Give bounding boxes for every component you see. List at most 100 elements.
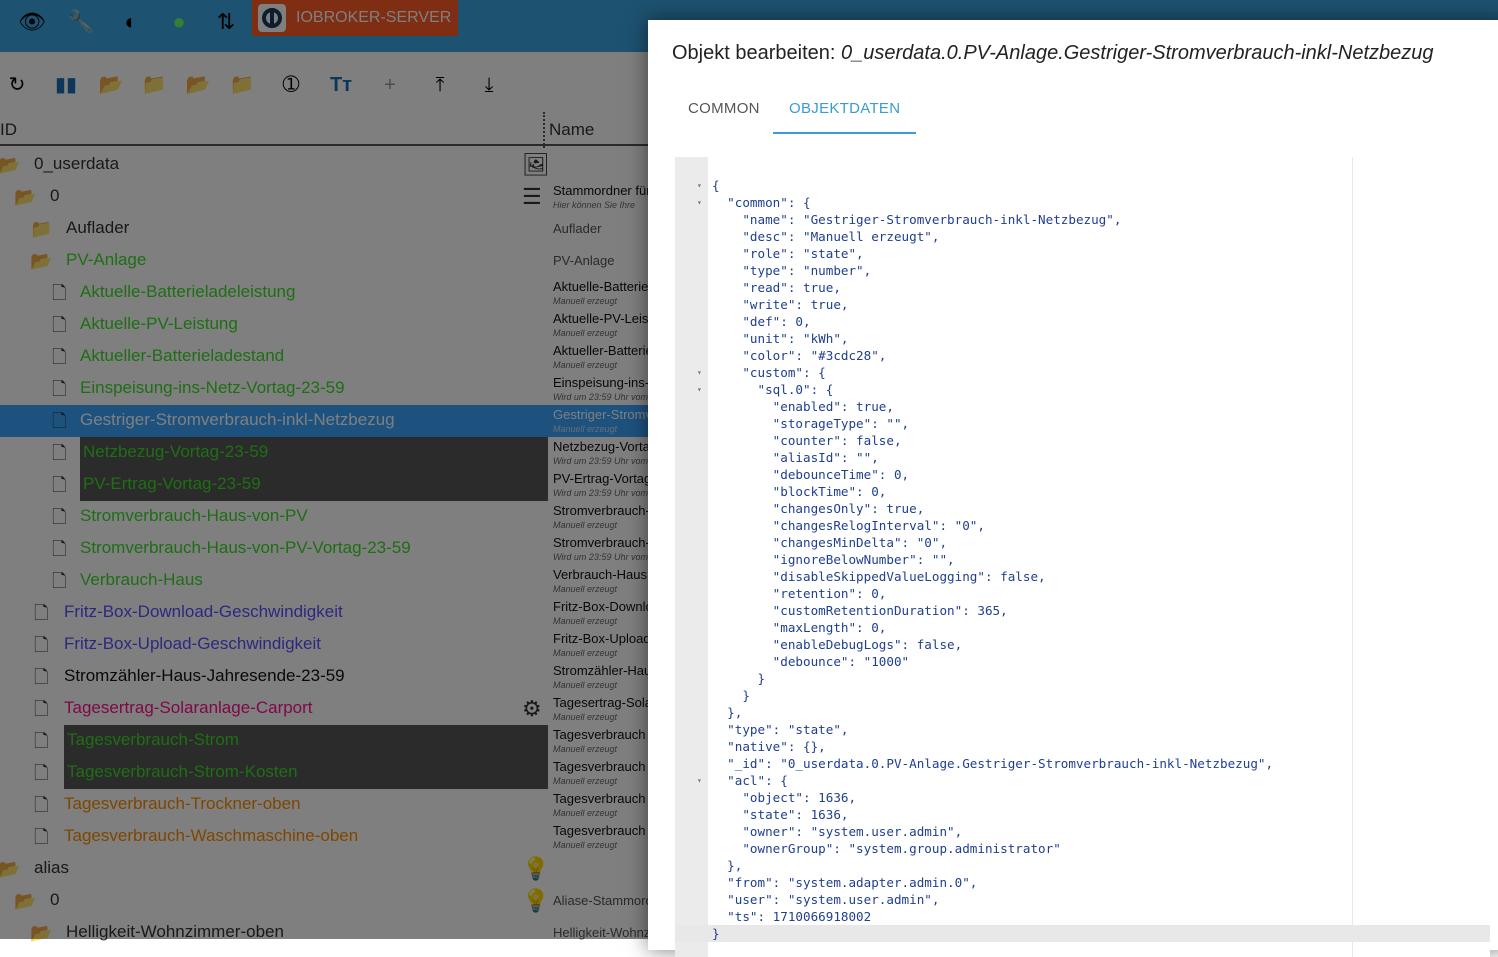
code-text: "user": "system.user.admin", (712, 892, 940, 907)
fold-toggle-icon[interactable]: ▾ (697, 381, 702, 398)
dialog-title-prefix: Objekt bearbeiten: (672, 42, 836, 64)
code-line[interactable]: "aliasId": "", (675, 449, 1490, 466)
code-line[interactable]: "name": "Gestriger-Stromverbrauch-inkl-N… (675, 211, 1490, 228)
code-text: "state": 1636, (712, 807, 849, 822)
code-line[interactable]: "storageType": "", (675, 415, 1490, 432)
code-line[interactable]: "debounce": "1000" (675, 653, 1490, 670)
code-line[interactable]: "changesRelogInterval": "0", (675, 517, 1490, 534)
code-line[interactable]: "type": "number", (675, 262, 1490, 279)
code-text: } (712, 688, 750, 703)
code-line[interactable]: "desc": "Manuell erzeugt", (675, 228, 1490, 245)
code-text: "role": "state", (712, 246, 864, 261)
code-line[interactable]: "from": "system.adapter.admin.0", (675, 874, 1490, 891)
code-line[interactable]: } (675, 687, 1490, 704)
code-text: "native": {}, (712, 739, 826, 754)
code-text: "desc": "Manuell erzeugt", (712, 229, 940, 244)
tab-label: OBJEKTDATEN (789, 100, 901, 117)
code-text: "changesMinDelta": "0", (712, 535, 948, 550)
tab-objektdaten[interactable]: OBJEKTDATEN (773, 100, 916, 134)
code-text: } (712, 926, 720, 941)
code-line[interactable]: "type": "state", (675, 721, 1490, 738)
code-text: "sql.0": { (712, 382, 834, 397)
code-line[interactable]: "changesOnly": true, (675, 500, 1490, 517)
code-text: "from": "system.adapter.admin.0", (712, 875, 978, 890)
code-line[interactable]: "customRetentionDuration": 365, (675, 602, 1490, 619)
fold-toggle-icon[interactable]: ▾ (697, 364, 702, 381)
code-text: "disableSkippedValueLogging": false, (712, 569, 1046, 584)
code-line[interactable]: } (675, 925, 1490, 942)
code-line[interactable]: "read": true, (675, 279, 1490, 296)
code-text: "def": 0, (712, 314, 811, 329)
code-line[interactable]: } (675, 670, 1490, 687)
code-text: "type": "number", (712, 263, 872, 278)
code-text: "object": 1636, (712, 790, 857, 805)
code-text: } (712, 671, 766, 686)
code-text: "retention": 0, (712, 586, 887, 601)
code-line[interactable]: ▾ "custom": { (675, 364, 1490, 381)
code-text: "blockTime": 0, (712, 484, 887, 499)
code-text: "debounceTime": 0, (712, 467, 910, 482)
code-text: "write": true, (712, 297, 849, 312)
code-line[interactable]: }, (675, 704, 1490, 721)
code-line[interactable]: "owner": "system.user.admin", (675, 823, 1490, 840)
code-text: "aliasId": "", (712, 450, 879, 465)
code-text: "changesRelogInterval": "0", (712, 518, 985, 533)
code-line[interactable]: "ts": 1710066918002 (675, 908, 1490, 925)
tab-label: COMMON (688, 100, 760, 117)
code-line[interactable]: "maxLength": 0, (675, 619, 1490, 636)
code-line[interactable]: ▾ "sql.0": { (675, 381, 1490, 398)
code-line[interactable]: "ignoreBelowNumber": "", (675, 551, 1490, 568)
code-line[interactable]: "retention": 0, (675, 585, 1490, 602)
code-line[interactable]: "enabled": true, (675, 398, 1490, 415)
code-text: "ts": 1710066918002 (712, 909, 872, 924)
fold-toggle-icon[interactable]: ▾ (697, 772, 702, 789)
code-line[interactable]: "role": "state", (675, 245, 1490, 262)
json-editor[interactable]: ▾{▾ "common": { "name": "Gestriger-Strom… (675, 157, 1490, 957)
code-line[interactable]: "enableDebugLogs": false, (675, 636, 1490, 653)
code-line[interactable]: "debounceTime": 0, (675, 466, 1490, 483)
dialog-title-object-id: 0_userdata.0.PV-Anlage.Gestriger-Stromve… (841, 42, 1434, 64)
code-line[interactable]: "native": {}, (675, 738, 1490, 755)
code-text: "changesOnly": true, (712, 501, 925, 516)
code-text: { (712, 178, 720, 193)
code-line[interactable]: ▾ "acl": { (675, 772, 1490, 789)
code-text: "unit": "kWh", (712, 331, 849, 346)
code-line[interactable]: "changesMinDelta": "0", (675, 534, 1490, 551)
code-line[interactable]: "unit": "kWh", (675, 330, 1490, 347)
code-text: "common": { (712, 195, 811, 210)
code-text: "custom": { (712, 365, 826, 380)
code-line[interactable]: ▾ "common": { (675, 194, 1490, 211)
code-line[interactable]: "def": 0, (675, 313, 1490, 330)
code-line[interactable]: "user": "system.user.admin", (675, 891, 1490, 908)
code-line[interactable]: }, (675, 857, 1490, 874)
code-text: "debounce": "1000" (712, 654, 910, 669)
code-line[interactable]: "_id": "0_userdata.0.PV-Anlage.Gestriger… (675, 755, 1490, 772)
fold-toggle-icon[interactable]: ▾ (697, 177, 702, 194)
code-text: "maxLength": 0, (712, 620, 887, 635)
code-text: }, (712, 858, 743, 873)
code-line[interactable]: "blockTime": 0, (675, 483, 1490, 500)
code-line[interactable]: "color": "#3cdc28", (675, 347, 1490, 364)
code-text: "ignoreBelowNumber": "", (712, 552, 955, 567)
code-text: "type": "state", (712, 722, 849, 737)
code-text: "enabled": true, (712, 399, 894, 414)
code-line[interactable]: "disableSkippedValueLogging": false, (675, 568, 1490, 585)
code-text: "ownerGroup": "system.group.administrato… (712, 841, 1061, 856)
code-text: "customRetentionDuration": 365, (712, 603, 1008, 618)
code-text: "_id": "0_userdata.0.PV-Anlage.Gestriger… (712, 756, 1274, 771)
code-line[interactable]: "ownerGroup": "system.group.administrato… (675, 840, 1490, 857)
code-text: "acl": { (712, 773, 788, 788)
code-text: "counter": false, (712, 433, 902, 448)
code-line[interactable]: "write": true, (675, 296, 1490, 313)
code-text: "read": true, (712, 280, 841, 295)
code-text: "color": "#3cdc28", (712, 348, 887, 363)
code-line[interactable]: "state": 1636, (675, 806, 1490, 823)
code-text: "owner": "system.user.admin", (712, 824, 963, 839)
code-line[interactable]: "counter": false, (675, 432, 1490, 449)
code-line[interactable]: "object": 1636, (675, 789, 1490, 806)
tab-common[interactable]: COMMON (672, 100, 776, 134)
code-text: }, (712, 705, 743, 720)
code-text: "enableDebugLogs": false, (712, 637, 963, 652)
fold-toggle-icon[interactable]: ▾ (697, 194, 702, 211)
code-line[interactable]: ▾{ (675, 177, 1490, 194)
